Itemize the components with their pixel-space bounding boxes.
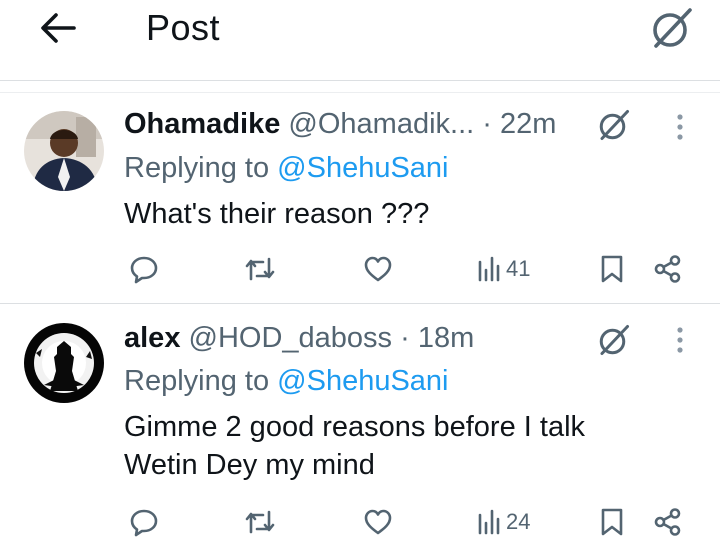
arrow-left-icon (41, 13, 76, 43)
reply-text-line: Gimme 2 good reasons before I talk (124, 411, 586, 443)
views-count: 41 (506, 256, 531, 281)
separator-dot: · (482, 108, 492, 140)
reply-header: Ohamadike @Ohamadik... · 22m (124, 106, 556, 142)
grok-button[interactable] (594, 105, 634, 145)
views-button[interactable]: 41 (476, 247, 546, 291)
display-name[interactable]: alex (124, 322, 180, 354)
reply-text: What's their reason ??? (124, 195, 684, 233)
avatar[interactable] (24, 323, 104, 403)
reply-post[interactable]: Ohamadike @Ohamadik... · 22m Replying to… (0, 93, 720, 304)
heart-icon (364, 509, 392, 535)
more-button[interactable] (664, 320, 696, 360)
grok-icon (599, 110, 629, 140)
views-button[interactable]: 24 (476, 500, 546, 544)
more-button[interactable] (664, 107, 696, 147)
reply-button[interactable] (124, 247, 164, 291)
action-bar: 41 (0, 247, 720, 291)
bookmark-button[interactable] (594, 247, 630, 291)
replying-to-line: Replying to @ShehuSani (124, 363, 449, 399)
mention-link[interactable]: @ShehuSani (277, 365, 448, 397)
views-icon (478, 256, 500, 282)
reply-post[interactable]: alex @HOD_daboss · 18m Replying to @Sheh… (0, 304, 720, 553)
bookmark-button[interactable] (594, 500, 630, 544)
reply-text-line: Wetin Dey my mind (124, 449, 375, 481)
more-vertical-icon (677, 114, 683, 140)
avatar-image (24, 111, 104, 191)
views-icon (478, 509, 500, 535)
share-icon (654, 255, 681, 283)
reply-text-line: What's their reason ??? (124, 198, 430, 230)
bookmark-icon (601, 255, 623, 283)
like-button[interactable] (358, 500, 398, 544)
mention-link[interactable]: @ShehuSani (277, 152, 448, 184)
reply-header: alex @HOD_daboss · 18m (124, 320, 474, 356)
avatar[interactable] (24, 111, 104, 191)
timestamp[interactable]: 18m (418, 322, 474, 354)
like-button[interactable] (358, 247, 398, 291)
replying-prefix: Replying to (124, 365, 270, 397)
avatar-image (24, 323, 104, 403)
replying-prefix: Replying to (124, 152, 270, 184)
grok-icon (653, 8, 692, 48)
share-icon (654, 508, 681, 536)
top-app-bar: Post (0, 0, 720, 81)
retweet-button[interactable] (238, 247, 282, 291)
display-name[interactable]: Ohamadike (124, 108, 280, 140)
heart-icon (364, 256, 392, 282)
timestamp[interactable]: 22m (500, 108, 556, 140)
back-button[interactable] (36, 8, 80, 48)
retweet-icon (245, 257, 275, 281)
section-divider (0, 81, 720, 93)
more-vertical-icon (677, 327, 683, 353)
grok-icon (599, 325, 629, 355)
user-handle[interactable]: @Ohamadik... (288, 108, 474, 140)
grok-button[interactable] (644, 2, 700, 54)
reply-icon (130, 509, 158, 537)
reply-icon (130, 256, 158, 284)
reply-text: Gimme 2 good reasons before I talk Wetin… (124, 408, 684, 484)
separator-dot: · (400, 322, 410, 354)
replying-to-line: Replying to @ShehuSani (124, 150, 449, 186)
retweet-icon (245, 510, 275, 534)
retweet-button[interactable] (238, 500, 282, 544)
bookmark-icon (601, 508, 623, 536)
reply-button[interactable] (124, 500, 164, 544)
user-handle[interactable]: @HOD_daboss (189, 322, 393, 354)
views-count: 24 (506, 509, 531, 534)
action-bar: 24 (0, 500, 720, 544)
share-button[interactable] (648, 247, 688, 291)
page-title: Post (146, 7, 221, 48)
grok-button[interactable] (594, 320, 634, 360)
share-button[interactable] (648, 500, 688, 544)
